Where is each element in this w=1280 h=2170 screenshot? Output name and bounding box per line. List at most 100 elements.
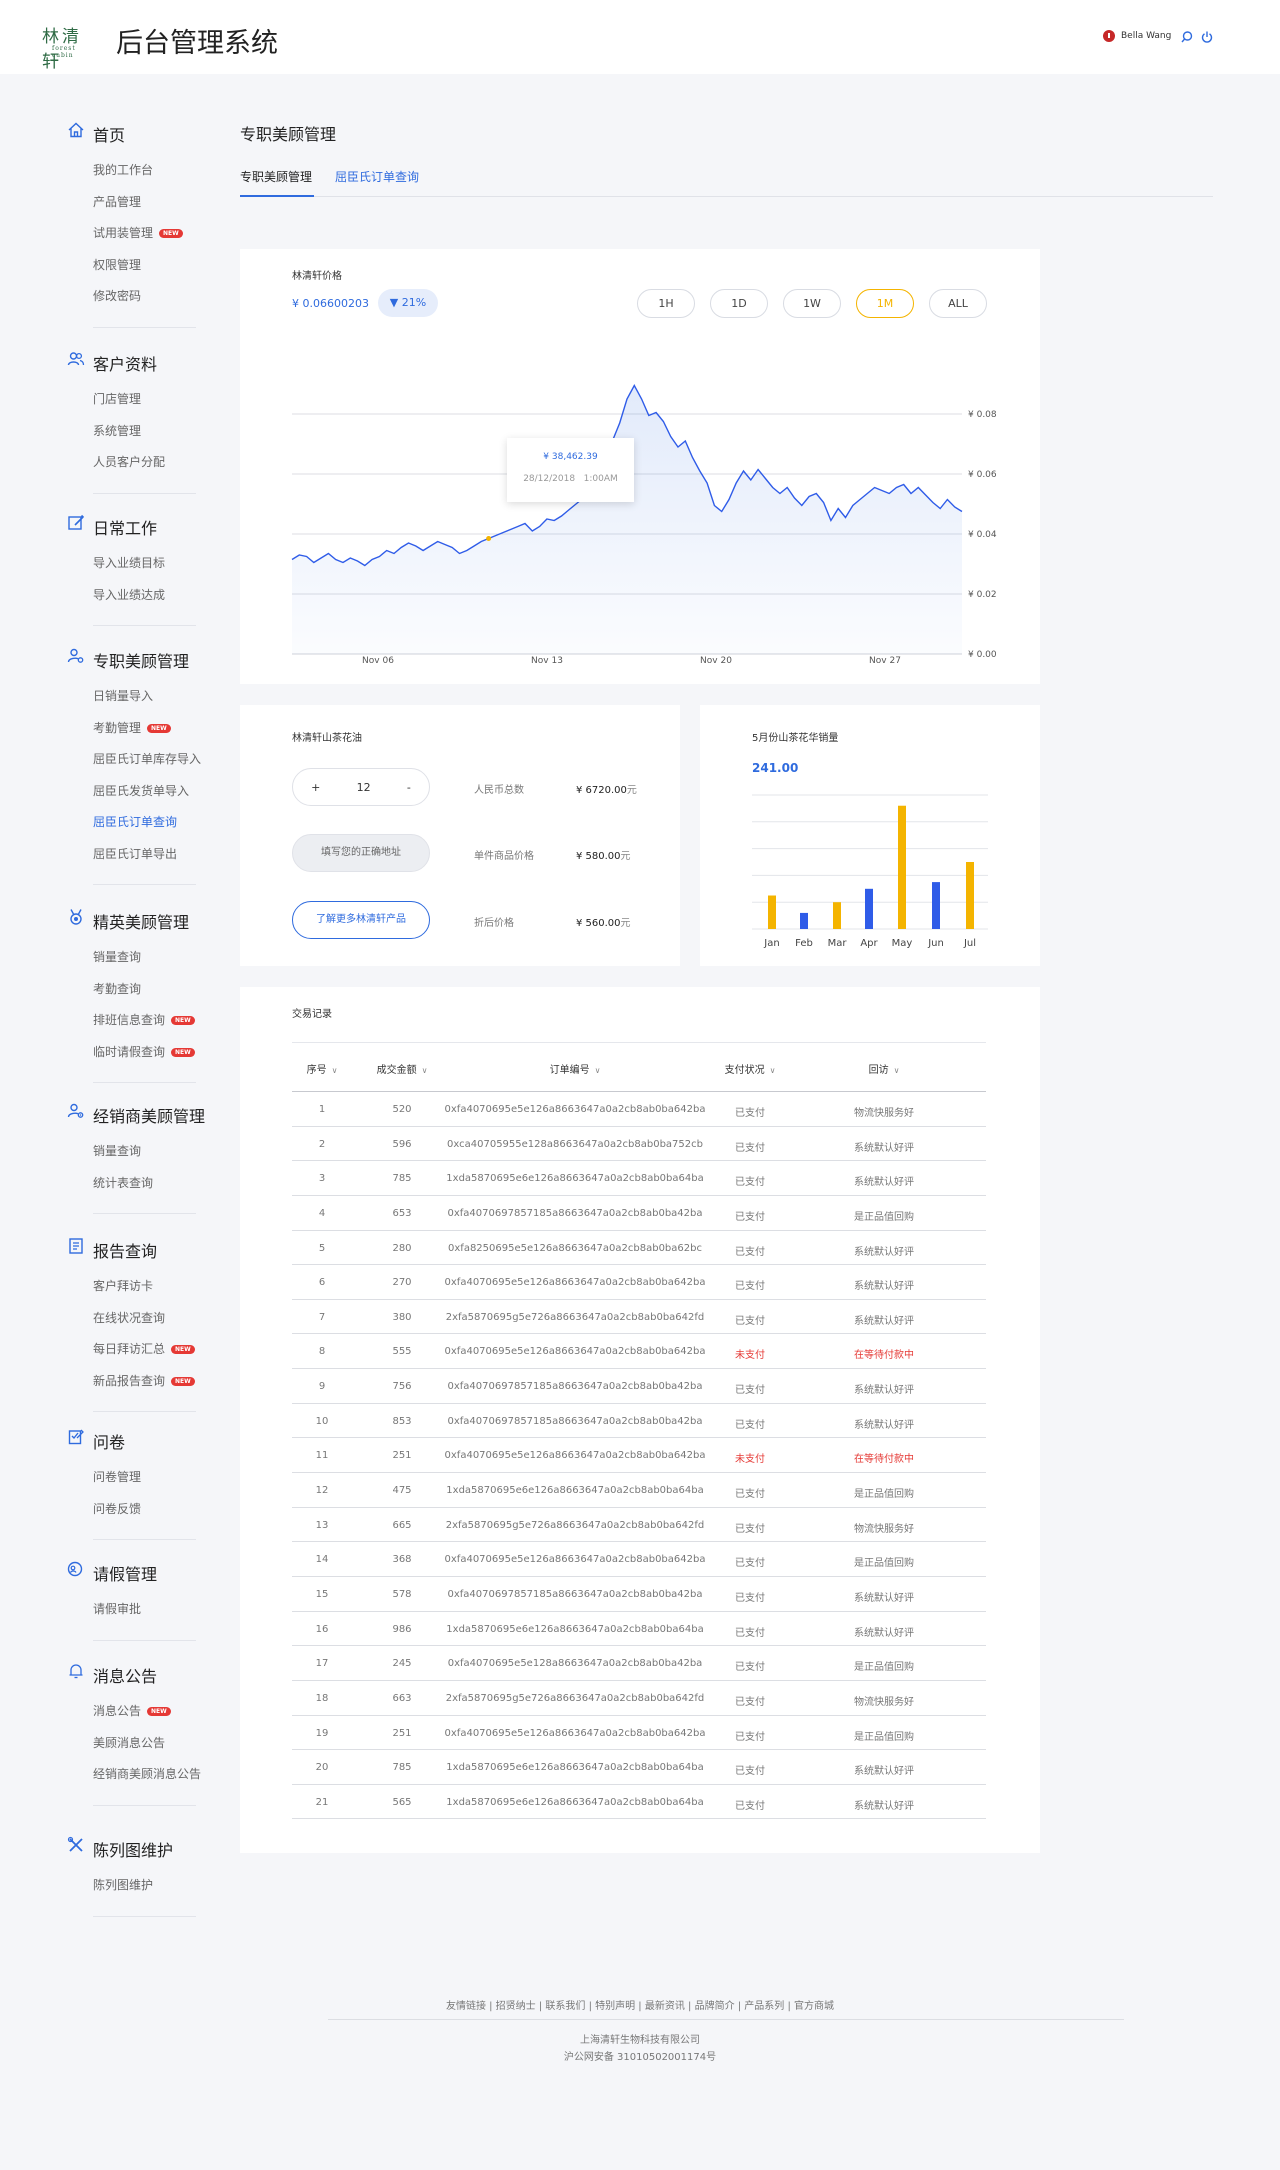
sort-chevron-icon[interactable]: ∨ (422, 1066, 428, 1075)
address-input[interactable]: 填写您的正确地址 (292, 834, 430, 872)
sidebar-item[interactable]: 试用装管理 NEW (93, 224, 183, 241)
table-row[interactable]: 17 245 0xfa4070695e5e128a8663647a0a2cb8ab0… (292, 1646, 986, 1681)
footer-links[interactable]: 友情链接 | 招贤纳士 | 联系我们 | 特别声明 | 最新资讯 | 品牌简介 … (0, 1997, 1280, 2012)
column-header[interactable]: 序号 ∨ (307, 1061, 338, 1076)
sidebar-item[interactable]: 美顾消息公告 (93, 1734, 165, 1751)
table-row[interactable]: 8 555 0xfa4070695e5e126a8663647a0a2cb8ab0b… (292, 1334, 986, 1370)
sidebar-section-title[interactable]: 请假管理 (93, 1561, 157, 1585)
sidebar-section-title[interactable]: 客户资料 (93, 351, 157, 375)
user-menu[interactable]: Bella Wang (1103, 30, 1171, 42)
sidebar-item[interactable]: 修改密码 (93, 287, 141, 304)
table-row[interactable]: 9 756 0xfa4070697857185a8663647a0a2cb8ab0b… (292, 1369, 986, 1404)
sidebar-item[interactable]: 消息公告 NEW (93, 1702, 171, 1719)
sidebar-item[interactable]: 导入业绩达成 (93, 586, 165, 603)
table-row[interactable]: 12 475 1xda5870695e6e126a8663647a0a2cb8ab0… (292, 1473, 986, 1508)
sidebar-item[interactable]: 问卷管理 (93, 1468, 141, 1485)
sidebar-item[interactable]: 客户拜访卡 (93, 1277, 153, 1294)
sidebar-item-label: 屈臣氏发货单导入 (93, 783, 190, 798)
power-icon[interactable] (1200, 30, 1214, 44)
table-cell: 663 (392, 1692, 412, 1704)
table-row[interactable]: 21 565 1xda5870695e6e126a8663647a0a2cb8ab0… (292, 1785, 986, 1820)
sidebar-item[interactable]: 每日拜访汇总 NEW (93, 1340, 195, 1357)
table-cell: 2xfa5870695g5e726a8663647a0a2cb8ab0ba642… (445, 1692, 705, 1704)
column-header[interactable]: 成交金额 ∨ (377, 1061, 428, 1076)
table-cell: 0xfa4070695e5e126a8663647a0a2cb8ab0ba642… (444, 1450, 706, 1462)
table-row[interactable]: 14 368 0xfa4070695e5e126a8663647a0a2cb8ab0… (292, 1542, 986, 1577)
column-header[interactable]: 支付状况 ∨ (725, 1061, 776, 1076)
sidebar-section-title[interactable]: 专职美顾管理 (93, 648, 189, 672)
sidebar-item[interactable]: 屈臣氏订单导出 (93, 845, 177, 862)
sidebar-section-title[interactable]: 日常工作 (93, 515, 157, 539)
tab-professional-advisor[interactable]: 专职美顾管理 (240, 168, 312, 185)
table-row[interactable]: 4 653 0xfa4070697857185a8663647a0a2cb8ab0b… (292, 1196, 986, 1231)
sidebar-item[interactable]: 人员客户分配 (93, 453, 165, 470)
sort-chevron-icon[interactable]: ∨ (770, 1066, 776, 1075)
table-row[interactable]: 1 520 0xfa4070695e5e126a8663647a0a2cb8ab0b… (292, 1092, 986, 1127)
sidebar-item[interactable]: 屈臣氏订单库存导入 (93, 750, 201, 767)
sidebar-item[interactable]: 销量查询 (93, 948, 141, 965)
brand-logo[interactable]: 林清轩 forest cabin (42, 22, 100, 72)
sidebar-section-title[interactable]: 报告查询 (93, 1238, 157, 1262)
table-cell: 已支付 (735, 1558, 765, 1570)
sort-chevron-icon[interactable]: ∨ (894, 1066, 900, 1075)
search-icon[interactable] (1180, 30, 1194, 44)
tab-watsons-order-query[interactable]: 屈臣氏订单查询 (335, 168, 419, 185)
table-row[interactable]: 16 986 1xda5870695e6e126a8663647a0a2cb8ab0… (292, 1612, 986, 1647)
table-row[interactable]: 6 270 0xfa4070695e5e126a8663647a0a2cb8ab0b… (292, 1265, 986, 1300)
column-header[interactable]: 订单编号 ∨ (550, 1061, 601, 1076)
table-cell: 已支付 (735, 1766, 765, 1778)
app-title: 后台管理系统 (116, 28, 278, 59)
sidebar-item-label: 问卷反馈 (93, 1501, 142, 1516)
table-row[interactable]: 7 380 2xfa5870695g5e726a8663647a0a2cb8ab0b… (292, 1300, 986, 1335)
table-row[interactable]: 18 663 2xfa5870695g5e726a8663647a0a2cb8ab0… (292, 1681, 986, 1716)
sort-chevron-icon[interactable]: ∨ (332, 1066, 338, 1075)
sidebar-item[interactable]: 权限管理 (93, 256, 141, 273)
sidebar-section-title[interactable]: 经销商美顾管理 (93, 1103, 205, 1127)
table-row[interactable]: 20 785 1xda5870695e6e126a8663647a0a2cb8ab0… (292, 1750, 986, 1785)
sidebar-section-title[interactable]: 陈列图维护 (93, 1837, 173, 1861)
sidebar-item[interactable]: 陈列图维护 (93, 1876, 153, 1893)
sidebar-item[interactable]: 屈臣氏发货单导入 (93, 782, 189, 799)
sidebar-item[interactable]: 考勤管理 NEW (93, 719, 171, 736)
sidebar-item-label: 客户拜访卡 (93, 1279, 154, 1293)
quantity-increase-button[interactable]: + (311, 781, 320, 794)
sidebar-item[interactable]: 问卷反馈 (93, 1500, 141, 1517)
sidebar-section-title[interactable]: 首页 (93, 122, 125, 146)
sidebar-item[interactable]: 统计表查询 (93, 1174, 153, 1191)
table-row[interactable]: 5 280 0xfa8250695e5e126a8663647a0a2cb8ab0b… (292, 1231, 986, 1266)
table-row[interactable]: 13 665 2xfa5870695g5e726a8663647a0a2cb8ab0… (292, 1508, 986, 1543)
sidebar-item[interactable]: 经销商美顾消息公告 (93, 1765, 201, 1782)
table-row[interactable]: 19 251 0xfa4070695e5e126a8663647a0a2cb8ab0… (292, 1716, 986, 1751)
sidebar-item[interactable]: 销量查询 (93, 1142, 141, 1159)
price-line-chart[interactable]: ¥ 0.00 ¥ 0.02 ¥ 0.04 ¥ 0.06 ¥ 0.08 Nov 06 Nov … (240, 249, 1040, 684)
sidebar-item[interactable]: 排班信息查询 NEW (93, 1011, 195, 1028)
table-row[interactable]: 2 596 0xca40705955e128a8663647a0a2cb8ab0ba… (292, 1127, 986, 1162)
sidebar-section-title[interactable]: 精英美顾管理 (93, 909, 189, 933)
sidebar-item[interactable]: 屈臣氏订单查询 (93, 813, 177, 830)
sidebar-item[interactable]: 新品报告查询 NEW (93, 1372, 195, 1389)
sidebar-item[interactable]: 我的工作台 (93, 161, 153, 178)
sidebar-item[interactable]: 日销量导入 (93, 687, 153, 704)
table-cell: 0xfa4070697857185a8663647a0a2cb8ab0ba42b… (447, 1415, 703, 1427)
sidebar-item[interactable]: 产品管理 (93, 193, 141, 210)
column-header[interactable]: 回访 ∨ (869, 1061, 900, 1076)
logo-subtext: forest cabin (52, 45, 76, 59)
sidebar-section-title[interactable]: 消息公告 (93, 1663, 157, 1687)
sidebar-item[interactable]: 在线状况查询 (93, 1309, 165, 1326)
table-row[interactable]: 3 785 1xda5870695e6e126a8663647a0a2cb8ab0b… (292, 1161, 986, 1196)
table-row[interactable]: 11 251 0xfa4070695e5e126a8663647a0a2cb8ab0… (292, 1438, 986, 1474)
bar-may (898, 805, 906, 929)
learn-more-button[interactable]: 了解更多林清轩产品 (292, 901, 430, 939)
quantity-decrease-button[interactable]: - (407, 781, 411, 794)
sort-chevron-icon[interactable]: ∨ (595, 1066, 601, 1075)
sidebar-item[interactable]: 考勤查询 (93, 980, 141, 997)
sidebar-item[interactable]: 系统管理 (93, 422, 141, 439)
table-row[interactable]: 10 853 0xfa4070697857185a8663647a0a2cb8ab0… (292, 1404, 986, 1439)
sidebar-item[interactable]: 请假审批 (93, 1600, 141, 1617)
sidebar-item[interactable]: 导入业绩目标 (93, 554, 165, 571)
table-row[interactable]: 15 578 0xfa4070697857185a8663647a0a2cb8ab0… (292, 1577, 986, 1612)
table-cell: 0xfa4070697857185a8663647a0a2cb8ab0ba42b… (447, 1588, 703, 1600)
sidebar-item[interactable]: 临时请假查询 NEW (93, 1043, 195, 1060)
sidebar-item[interactable]: 门店管理 (93, 390, 141, 407)
sidebar-section-title[interactable]: 问卷 (93, 1429, 125, 1453)
